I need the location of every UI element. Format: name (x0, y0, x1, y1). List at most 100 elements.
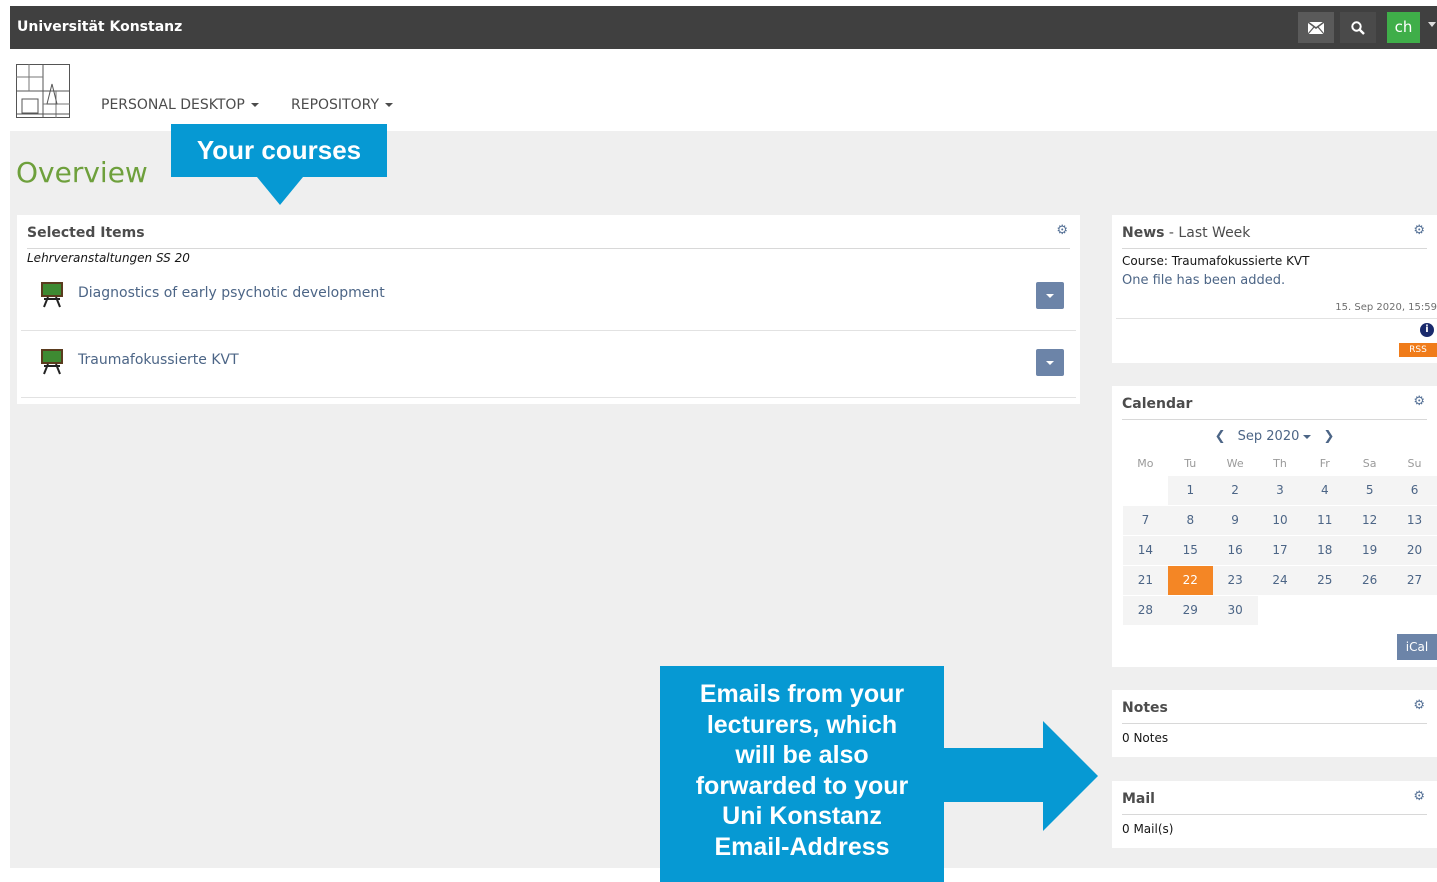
calendar-day[interactable]: 22 (1167, 564, 1213, 595)
weekday-label: Su (1407, 457, 1422, 471)
selected-items-title: Selected Items (27, 225, 145, 241)
callout-line: lecturers, which (706, 710, 898, 739)
notes-panel: Notes ⚙ 0 Notes (1112, 690, 1437, 757)
calendar-month-dropdown[interactable]: Sep 2020 (1238, 429, 1312, 444)
calendar-empty-cell (1123, 474, 1168, 505)
news-message-link[interactable]: One file has been added. (1122, 273, 1285, 288)
callout-line: forwarded to your (695, 771, 909, 800)
gear-icon[interactable]: ⚙ (1413, 394, 1425, 409)
calendar-day[interactable]: 23 (1212, 564, 1258, 595)
news-title-period: - Last Week (1164, 225, 1251, 241)
calendar-week-row: 14 15 16 17 18 19 20 (1123, 534, 1437, 565)
ical-button[interactable]: iCal (1397, 634, 1437, 660)
mail-count[interactable]: 0 Mail(s) (1122, 822, 1173, 836)
page-title: Overview (16, 156, 148, 189)
news-header: News - Last Week ⚙ (1122, 223, 1427, 249)
calendar-day[interactable]: 11 (1302, 504, 1348, 535)
callout-line: will be also (735, 741, 869, 769)
calendar-day[interactable]: 12 (1347, 504, 1393, 535)
calendar-day[interactable]: 21 (1123, 564, 1168, 595)
weekday-label: Sa (1362, 457, 1377, 471)
calendar-day[interactable]: 4 (1302, 474, 1348, 505)
rss-button[interactable]: RSS (1399, 343, 1437, 357)
gear-icon[interactable]: ⚙ (1413, 789, 1425, 804)
user-avatar-button[interactable]: ch (1387, 12, 1420, 43)
calendar-day[interactable]: 30 (1212, 594, 1258, 625)
course-icon (41, 349, 63, 375)
calendar-weekday-row: Mo Tu We Th Fr Sa Su (1123, 453, 1437, 475)
course-actions-dropdown[interactable] (1036, 282, 1064, 309)
selected-items-panel: Selected Items ⚙ Lehrveranstaltungen SS … (17, 215, 1080, 404)
calendar-day[interactable]: 17 (1257, 534, 1303, 565)
university-logo[interactable] (16, 64, 70, 118)
divider (1116, 318, 1437, 319)
course-actions-dropdown[interactable] (1036, 349, 1064, 376)
mail-button[interactable] (1298, 12, 1334, 43)
calendar-grid: Mo Tu We Th Fr Sa Su 1 2 3 4 5 6 7 8 9 10 11 12 13 14… (1123, 453, 1437, 625)
chevron-right-icon[interactable]: ❯ (1324, 429, 1335, 444)
list-item: Diagnostics of early psychotic developme… (21, 264, 1076, 331)
weekday-label: Th (1273, 457, 1287, 471)
calendar-month-label: Sep 2020 (1237, 429, 1300, 444)
calendar-day[interactable]: 18 (1302, 534, 1348, 565)
mail-header: Mail ⚙ (1122, 789, 1427, 815)
calendar-day[interactable]: 24 (1257, 564, 1303, 595)
calendar-day[interactable]: 2 (1212, 474, 1258, 505)
calendar-day[interactable]: 15 (1167, 534, 1213, 565)
user-initials: ch (1394, 18, 1413, 36)
user-menu-caret-icon[interactable] (1428, 22, 1436, 27)
calendar-panel: Calendar ⚙ ❮ Sep 2020 ❯ Mo Tu We Th Fr S… (1112, 386, 1437, 667)
callout-line: Email-Address (714, 832, 890, 861)
course-link[interactable]: Traumafokussierte KVT (78, 352, 239, 368)
news-panel: News - Last Week ⚙ Course: Traumafokussi… (1112, 215, 1437, 363)
mail-callout: Emails from your lecturers, which will b… (660, 666, 944, 882)
gear-icon[interactable]: ⚙ (1413, 698, 1425, 713)
gear-icon[interactable]: ⚙ (1413, 223, 1425, 238)
menu-repository[interactable]: REPOSITORY (291, 97, 394, 113)
calendar-day[interactable]: 14 (1123, 534, 1168, 565)
calendar-day[interactable]: 1 (1167, 474, 1213, 505)
calendar-day[interactable]: 9 (1212, 504, 1258, 535)
caret-down-icon (1303, 434, 1312, 439)
calendar-day[interactable]: 7 (1123, 504, 1168, 535)
search-button[interactable] (1340, 12, 1376, 43)
calendar-day[interactable]: 8 (1167, 504, 1213, 535)
list-item: Traumafokussierte KVT (21, 331, 1076, 398)
weekday-label: Fr (1319, 457, 1330, 471)
calendar-day[interactable]: 25 (1302, 564, 1348, 595)
brand-title[interactable]: Universität Konstanz (17, 19, 182, 35)
mail-panel: Mail ⚙ 0 Mail(s) (1112, 781, 1437, 848)
notes-header: Notes ⚙ (1122, 698, 1427, 724)
calendar-day[interactable]: 26 (1347, 564, 1393, 595)
calendar-day[interactable]: 20 (1392, 534, 1437, 565)
menu-personal-desktop[interactable]: PERSONAL DESKTOP (101, 97, 259, 113)
news-title: News - Last Week (1122, 225, 1250, 241)
calendar-day[interactable]: 29 (1167, 594, 1213, 625)
info-icon[interactable]: i (1420, 323, 1434, 337)
course-link[interactable]: Diagnostics of early psychotic developme… (78, 285, 385, 301)
calendar-empty-cell (1302, 594, 1348, 625)
calendar-day[interactable]: 28 (1123, 594, 1168, 625)
caret-down-icon (385, 103, 394, 107)
notes-title: Notes (1122, 700, 1168, 716)
arrow-right-shaft (943, 748, 1044, 802)
calendar-day[interactable]: 27 (1392, 564, 1437, 595)
calendar-day[interactable]: 6 (1392, 474, 1437, 505)
calendar-day[interactable]: 3 (1257, 474, 1303, 505)
chevron-left-icon[interactable]: ❮ (1215, 429, 1226, 444)
calendar-day[interactable]: 13 (1392, 504, 1437, 535)
selected-items-header: Selected Items ⚙ (27, 223, 1070, 249)
menu-repository-label: REPOSITORY (291, 97, 380, 113)
top-bar: Universität Konstanz ch (10, 6, 1437, 49)
weekday-label: We (1226, 457, 1244, 471)
calendar-day[interactable]: 10 (1257, 504, 1303, 535)
calendar-week-row: 28 29 30 (1123, 594, 1437, 625)
calendar-week-row: 21 22 23 24 25 26 27 (1123, 564, 1437, 595)
arrow-right-icon (1043, 721, 1098, 831)
calendar-header: Calendar ⚙ (1122, 394, 1427, 420)
gear-icon[interactable]: ⚙ (1056, 223, 1068, 238)
notes-count[interactable]: 0 Notes (1122, 731, 1168, 745)
calendar-day[interactable]: 19 (1347, 534, 1393, 565)
calendar-day[interactable]: 5 (1347, 474, 1393, 505)
calendar-day[interactable]: 16 (1212, 534, 1258, 565)
